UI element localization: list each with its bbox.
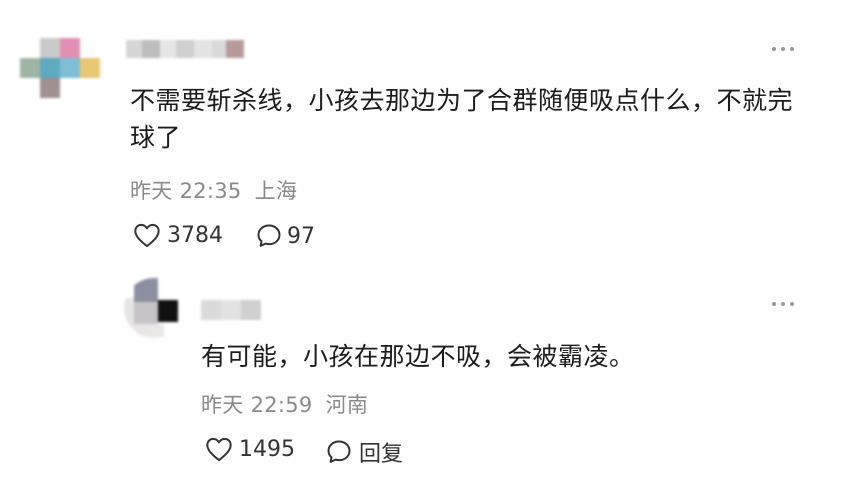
comment-time: 昨天 22:35 (130, 179, 242, 203)
speech-bubble-icon (255, 222, 283, 250)
heart-outline-icon (133, 222, 161, 248)
more-dots-icon[interactable] (772, 47, 794, 51)
comment-text: 不需要斩杀线，小孩去那边为了合群随便吸点什么，不就完球了 (130, 86, 794, 152)
reply-like-button[interactable]: 1495 (205, 436, 295, 462)
reply-like-count: 1495 (239, 436, 295, 462)
speech-bubble-icon (325, 438, 353, 466)
reply-avatar[interactable] (124, 278, 184, 338)
reply-username-censored[interactable] (201, 300, 261, 320)
comment-meta: 昨天 22:35 上海 (130, 175, 297, 205)
reply-label: 回复 (359, 442, 404, 467)
reply-count-button[interactable]: 97 (255, 222, 315, 250)
reply-button[interactable]: 回复 (325, 436, 403, 468)
reply-location: 河南 (325, 393, 369, 417)
more-dots-icon[interactable] (772, 302, 794, 306)
username-censored[interactable] (126, 40, 244, 58)
reply-text: 有可能，小孩在那边不吸，会被霸凌。 (201, 342, 635, 371)
reply-meta: 昨天 22:59 河南 (201, 389, 368, 419)
like-button[interactable]: 3784 (133, 222, 223, 248)
comment-location: 上海 (254, 179, 298, 203)
heart-outline-icon (205, 436, 233, 462)
like-count: 3784 (167, 222, 223, 248)
comment-item: 不需要斩杀线，小孩去那边为了合群随便吸点什么，不就完球了 昨天 22:35 上海… (0, 0, 844, 260)
avatar[interactable] (20, 38, 100, 100)
reply-count: 97 (287, 223, 315, 249)
reply-item: 有可能，小孩在那边不吸，会被霸凌。 昨天 22:59 河南 1495 回复 (0, 270, 844, 480)
reply-time: 昨天 22:59 (201, 393, 313, 417)
